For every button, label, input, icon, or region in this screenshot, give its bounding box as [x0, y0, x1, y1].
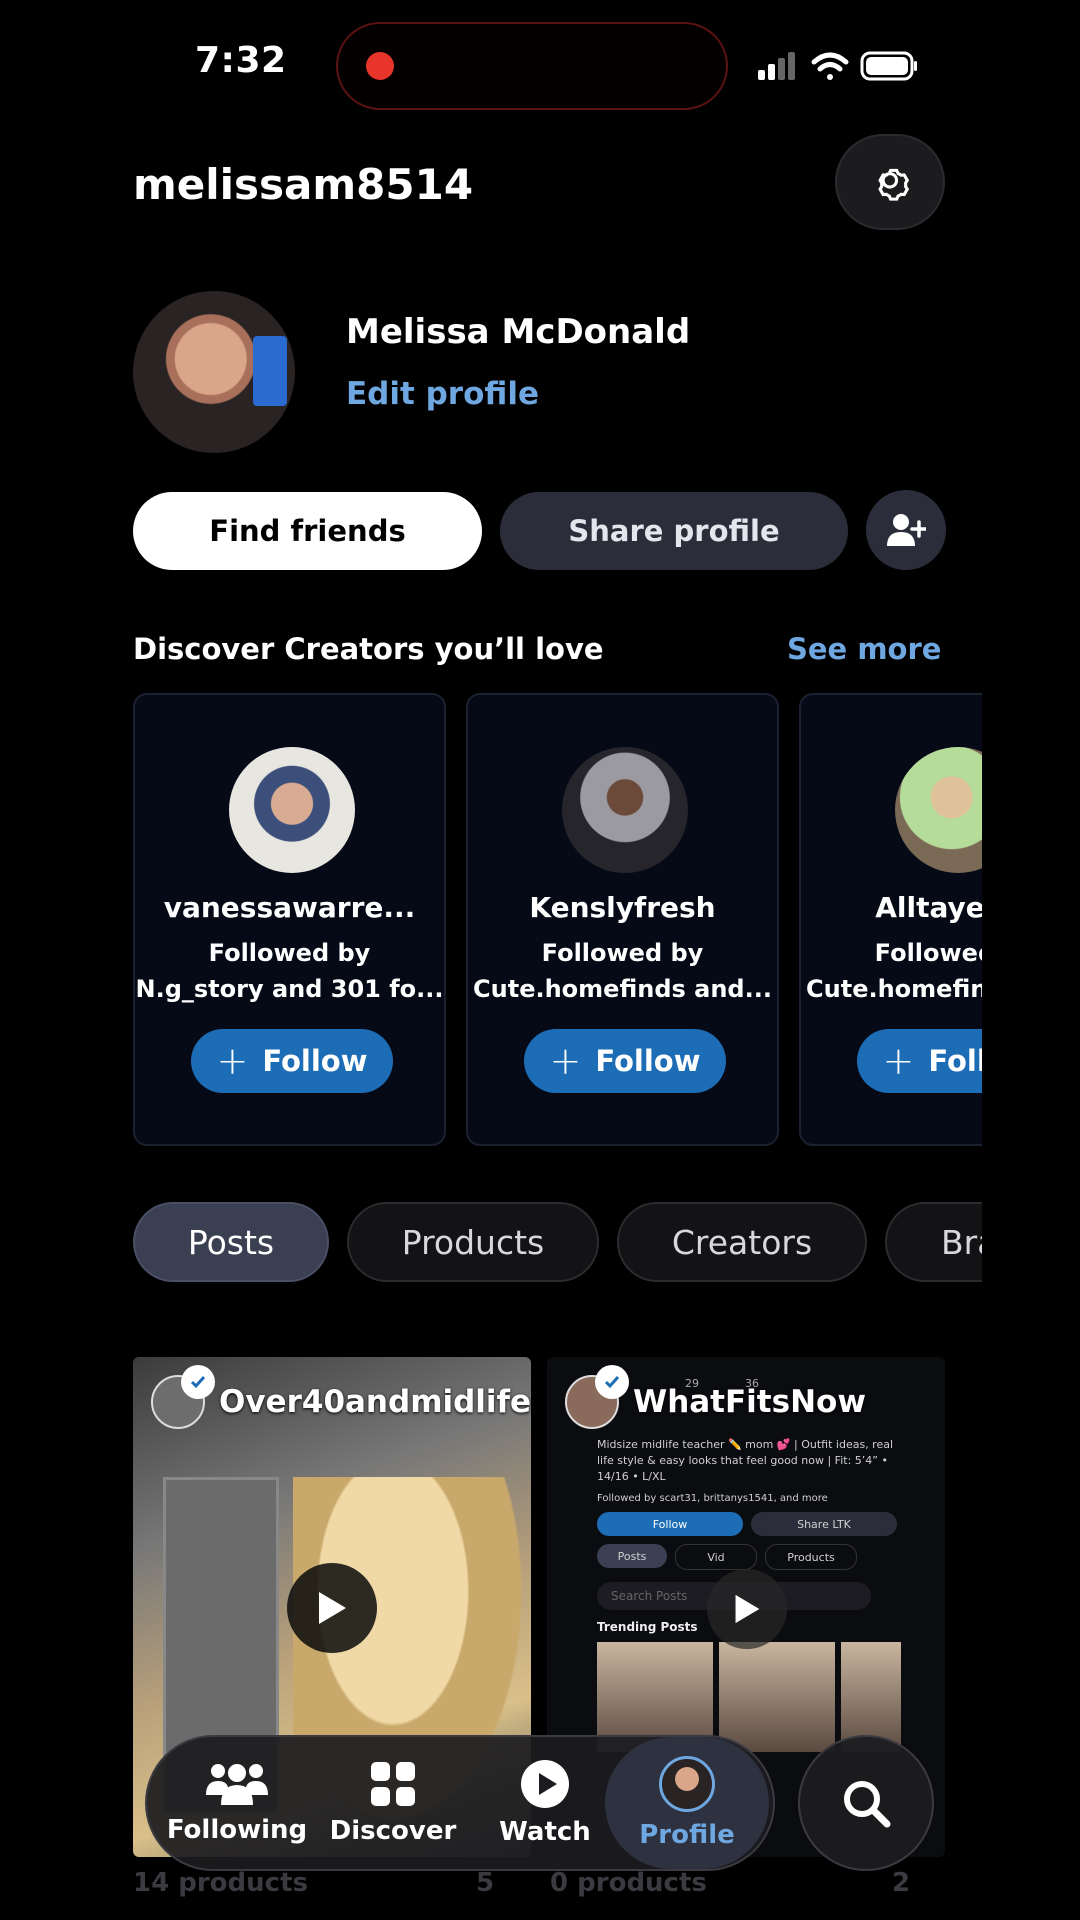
creator-card[interactable]: Alltayever Followed by Cute.homefinds an…	[799, 693, 982, 1146]
search-icon	[844, 1781, 891, 1828]
preview-tab-products: Products	[765, 1544, 857, 1570]
plus-icon: +	[549, 1039, 582, 1083]
status-time: 7:32	[195, 40, 287, 81]
preview-follow: Follow	[597, 1512, 743, 1536]
preview-stat-2: 36	[745, 1377, 759, 1390]
nav-discover[interactable]: Discover	[323, 1737, 463, 1869]
post-products-count: 0 products	[550, 1868, 707, 1898]
preview-tab-posts: Posts	[597, 1544, 667, 1568]
plus-icon: +	[882, 1039, 915, 1083]
follow-button[interactable]: + Follow	[857, 1029, 982, 1093]
nav-watch[interactable]: Watch	[475, 1737, 615, 1869]
follow-button[interactable]: + Follow	[191, 1029, 393, 1093]
play-circle-icon	[521, 1760, 569, 1808]
gear-icon	[878, 168, 910, 201]
play-icon	[735, 1594, 760, 1624]
creator-avatar	[895, 747, 982, 873]
creator-card[interactable]: Kenslyfresh Followed by Cute.homefinds a…	[466, 693, 779, 1146]
tab-brands[interactable]: Brands	[885, 1202, 982, 1282]
profile-full-name: Melissa McDonald	[346, 312, 691, 352]
wifi-icon	[811, 52, 849, 80]
post-products-count: 14 products	[133, 1868, 308, 1898]
discover-section-title: Discover Creators you’ll love	[133, 632, 604, 666]
play-icon	[319, 1592, 346, 1624]
post-creator-name: Over40andmidlife	[219, 1384, 531, 1420]
creator-followed-label: Followed by	[541, 939, 704, 967]
edit-profile-link[interactable]: Edit profile	[346, 376, 539, 412]
content-tabs: Posts Products Creators Brands	[133, 1202, 982, 1286]
plus-icon: +	[216, 1039, 249, 1083]
bottom-navigation: Following Discover Watch Profile	[145, 1735, 775, 1871]
add-friend-button[interactable]	[866, 490, 946, 570]
nav-label: Discover	[329, 1816, 457, 1846]
follow-label: Follow	[928, 1044, 982, 1078]
creator-carousel[interactable]: vanessawarre... Followed by N.g_story an…	[133, 693, 982, 1148]
profile-avatar-icon	[659, 1756, 715, 1812]
creator-avatar	[565, 1365, 629, 1429]
verified-check-icon	[595, 1365, 629, 1399]
creator-avatar	[151, 1365, 215, 1429]
username-title: melissam8514	[133, 160, 474, 209]
follow-label: Follow	[595, 1044, 701, 1078]
creator-followed-by: Cute.homefinds and...	[473, 975, 772, 1003]
add-person-icon	[887, 514, 926, 546]
tab-posts[interactable]: Posts	[133, 1202, 329, 1282]
tab-creators[interactable]: Creators	[617, 1202, 867, 1282]
verified-check-icon	[181, 1365, 215, 1399]
creator-avatar	[562, 747, 688, 873]
creator-name: Kenslyfresh	[529, 891, 716, 924]
post-header: WhatFitsNow	[565, 1365, 866, 1429]
dynamic-island	[336, 22, 728, 110]
preview-tab-videos: Vid	[675, 1544, 757, 1570]
creator-followed-by: N.g_story and 301 fo...	[135, 975, 444, 1003]
creator-avatar	[229, 747, 355, 873]
tab-products[interactable]: Products	[347, 1202, 599, 1282]
post-header: Over40andmidlife	[151, 1365, 531, 1429]
see-more-link[interactable]: See more	[787, 632, 941, 666]
nav-label: Following	[166, 1815, 308, 1845]
nav-profile[interactable]: Profile	[605, 1737, 769, 1869]
creator-followed-by: Cute.homefinds and...	[806, 975, 982, 1003]
find-friends-button[interactable]: Find friends	[133, 492, 482, 570]
battery-icon	[860, 51, 917, 81]
preview-bio: Midsize midlife teacher ✏️ mom 💕 | Outfi…	[597, 1438, 894, 1483]
post-saves-count: 2	[892, 1868, 911, 1898]
grid-icon	[371, 1762, 415, 1806]
post-saves-count: 5	[476, 1868, 495, 1898]
preview-followed-by: Followed by scart31, brittanys1541, and …	[597, 1493, 828, 1504]
recording-indicator-icon	[366, 52, 394, 80]
play-button[interactable]	[707, 1569, 787, 1649]
nav-following[interactable]: Following	[167, 1737, 307, 1869]
follow-button[interactable]: + Follow	[524, 1029, 726, 1093]
nav-label: Watch	[499, 1817, 591, 1847]
preview-share: Share LTK	[751, 1512, 897, 1536]
nav-label: Profile	[639, 1820, 735, 1850]
creator-followed-label: Followed by	[874, 939, 982, 967]
creator-name: Alltayever	[875, 891, 982, 924]
creator-name: vanessawarre...	[163, 891, 416, 924]
status-icons	[758, 51, 917, 81]
follow-label: Follow	[262, 1044, 368, 1078]
settings-button[interactable]	[835, 134, 945, 230]
play-button[interactable]	[287, 1563, 377, 1653]
cellular-signal-icon	[758, 52, 795, 80]
people-group-icon	[206, 1764, 268, 1805]
search-button[interactable]	[798, 1735, 934, 1871]
share-profile-button[interactable]: Share profile	[500, 492, 848, 570]
profile-avatar[interactable]	[133, 291, 295, 453]
creator-followed-label: Followed by	[208, 939, 371, 967]
creator-card[interactable]: vanessawarre... Followed by N.g_story an…	[133, 693, 446, 1146]
preview-stat-1: 29	[685, 1377, 699, 1390]
